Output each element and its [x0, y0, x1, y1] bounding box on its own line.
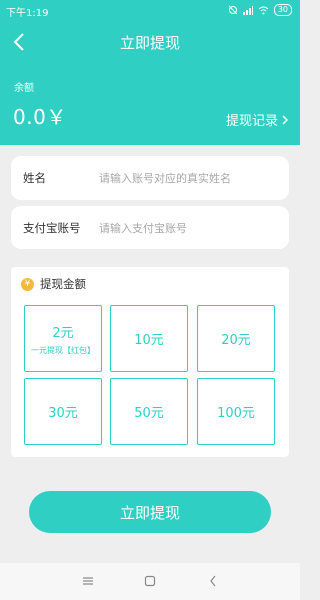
status-time: 下午1:19 [6, 8, 49, 19]
amount-option-note: 一元提现【红包】 [31, 345, 95, 355]
amount-option-30[interactable]: 30元 [24, 378, 102, 445]
withdraw-history-link[interactable]: 提现记录 [226, 110, 288, 129]
page-title: 立即提现 [119, 34, 180, 52]
system-back-button[interactable] [205, 573, 221, 589]
withdraw-submit-button[interactable]: 立即提现 [29, 491, 271, 533]
name-row: 姓名 [11, 156, 289, 200]
home-button[interactable] [142, 573, 158, 589]
amount-option-50[interactable]: 50元 [110, 378, 188, 445]
amount-option-20[interactable]: 20元 [197, 305, 275, 372]
status-bar: 下午1:19 30 [0, 0, 300, 22]
recent-apps-button[interactable] [80, 573, 96, 589]
amount-option-value: 100元 [217, 406, 255, 421]
amount-option-value: 2元 [52, 325, 74, 341]
amount-option-value: 50元 [134, 406, 164, 421]
amount-card: ¥ 提现金额 2元 一元提现【红包】 10元 20元 30元 50元 100元 [11, 267, 289, 457]
status-icons: 30 [228, 4, 292, 16]
chevron-right-icon [282, 115, 288, 124]
battery-indicator: 30 [273, 4, 292, 16]
name-input[interactable] [99, 166, 279, 190]
wifi-icon [258, 6, 269, 15]
amount-option-value: 20元 [221, 333, 251, 348]
amount-title: ¥ 提现金额 [21, 276, 86, 292]
balance-label: 余额 [14, 83, 34, 94]
alipay-input[interactable] [99, 216, 279, 240]
alarm-icon [228, 5, 238, 15]
menu-icon [83, 577, 93, 585]
system-nav-bar [0, 563, 300, 600]
withdraw-history-label: 提现记录 [225, 114, 278, 129]
alipay-label: 支付宝账号 [23, 221, 81, 235]
amount-option-100[interactable]: 100元 [197, 378, 275, 445]
balance-value: 0.0￥ [13, 105, 67, 129]
amount-option-2[interactable]: 2元 一元提现【红包】 [24, 305, 102, 372]
signal-icon [242, 6, 253, 15]
amount-option-value: 10元 [134, 333, 164, 348]
back-arrow-icon [210, 575, 216, 587]
name-label: 姓名 [23, 171, 46, 185]
coin-icon: ¥ [21, 277, 34, 291]
square-icon [144, 575, 156, 587]
amount-option-value: 30元 [48, 406, 78, 421]
amount-option-10[interactable]: 10元 [110, 305, 188, 372]
header: 下午1:19 30 立即提现 余额 0.0￥ 提现记录 [0, 0, 300, 145]
amount-title-label: 提现金额 [40, 277, 86, 291]
alipay-row: 支付宝账号 [11, 206, 289, 249]
